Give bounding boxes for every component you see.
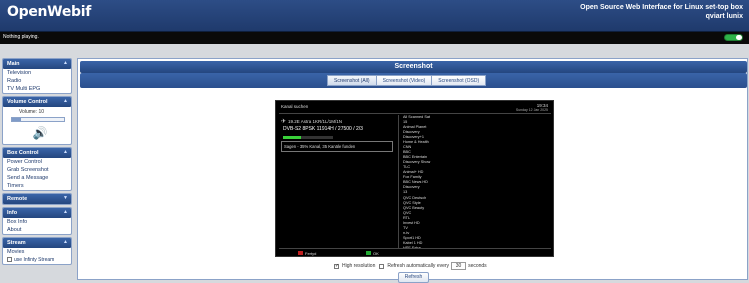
sidebar-item-timers[interactable]: Timers — [3, 182, 71, 190]
red-key-label: Fertyd — [305, 251, 317, 256]
collapse-arrow-icon[interactable]: ▲ — [63, 149, 68, 155]
now-playing-text: Nothing playing. — [3, 34, 39, 40]
speaker-icon[interactable]: 🔊 — [31, 125, 49, 141]
screenshot-image: Kanal suchen 19:34 Sunday 12 Jan 2025 ✈ 1… — [275, 100, 554, 257]
panel-volume-label: Volume Control — [7, 99, 48, 105]
auto-refresh-checkbox[interactable] — [379, 263, 385, 269]
sidebar: Main ▲ Television Radio TV Multi EPG Volu… — [2, 58, 72, 280]
panel-box-control-title[interactable]: Box Control ▲ — [3, 148, 71, 158]
osd-signal-fill — [283, 136, 301, 139]
screenshot-options: High resolution Refresh automatically ev… — [334, 262, 487, 270]
main-content: Screenshot Screenshot (All) Screenshot (… — [77, 58, 748, 283]
volume-fill — [12, 118, 22, 121]
sidebar-item-box-info[interactable]: Box Info — [3, 218, 71, 226]
collapse-arrow-icon[interactable]: ▲ — [63, 98, 68, 104]
panel-volume: Volume Control ▲ Volume: 10 🔊 — [2, 96, 72, 145]
panel-stream: Stream ▲ Movies use Infinty Stream — [2, 237, 72, 265]
tab-screenshot-video[interactable]: Screenshot (Video) — [375, 75, 432, 86]
tab-screenshot-all[interactable]: Screenshot (All) — [327, 75, 376, 86]
panel-box-control: Box Control ▲ Power Control Grab Screensh… — [2, 147, 72, 191]
seconds-label: seconds — [468, 263, 487, 269]
panel-remote-label: Remote — [7, 196, 28, 202]
panel-box-control-label: Box Control — [7, 150, 39, 156]
infinity-stream-checkbox[interactable] — [7, 257, 12, 263]
tab-bar: Screenshot (All) Screenshot (Video) Scre… — [80, 73, 747, 88]
panel-info-label: Info — [7, 210, 18, 216]
osd-signal-bar — [283, 136, 333, 139]
red-key-icon — [298, 251, 303, 255]
high-resolution-checkbox[interactable] — [334, 263, 339, 269]
auto-refresh-label: Refresh automatically every — [387, 263, 450, 269]
panel-stream-label: Stream — [7, 240, 26, 246]
refresh-seconds-input[interactable]: 30 — [451, 262, 467, 270]
panel-remote: Remote ▼ — [2, 193, 72, 205]
satellite-icon: ✈ — [281, 119, 287, 125]
collapse-arrow-icon[interactable]: ▲ — [63, 209, 68, 215]
panel-info: Info ▲ Box Info About — [2, 207, 72, 235]
panel-remote-title[interactable]: Remote ▼ — [3, 194, 71, 204]
status-bar: Nothing playing. — [0, 32, 749, 44]
panel-stream-title[interactable]: Stream ▲ — [3, 238, 71, 248]
volume-slider[interactable] — [11, 117, 65, 122]
sidebar-item-movies[interactable]: Movies — [3, 248, 71, 256]
sidebar-item-television[interactable]: Television — [3, 69, 71, 77]
osd-divider — [279, 113, 551, 114]
sidebar-item-send-message[interactable]: Send a Message — [3, 174, 71, 182]
osd-date: Sunday 12 Jan 2025 — [515, 108, 548, 112]
panel-main-title[interactable]: Main ▲ — [3, 59, 71, 69]
sidebar-item-radio[interactable]: Radio — [3, 77, 71, 85]
expand-arrow-icon[interactable]: ▼ — [63, 195, 68, 201]
osd-channel-list: All Scanned Sat 15 Animal Planet Discovery D… — [403, 115, 430, 251]
collapse-arrow-icon[interactable]: ▲ — [63, 60, 68, 66]
header: OpenWebif Open Source Web Interface for … — [0, 0, 749, 32]
openwebif-logo[interactable]: OpenWebif — [7, 4, 91, 20]
refresh-button[interactable]: Refresh — [398, 272, 429, 283]
panel-volume-title[interactable]: Volume Control ▲ — [3, 97, 71, 107]
screenshot-tabs: Screenshot (All) Screenshot (Video) Scre… — [327, 75, 487, 86]
sidebar-item-about[interactable]: About — [3, 226, 71, 234]
green-key-label: OK — [373, 251, 379, 256]
sidebar-item-multi-epg[interactable]: TV Multi EPG — [3, 85, 71, 93]
osd-bottom-divider — [279, 248, 551, 249]
infinity-stream-label: use Infinty Stream — [14, 257, 55, 263]
tab-screenshot-osd[interactable]: Screenshot (OSD) — [431, 75, 487, 86]
panel-main: Main ▲ Television Radio TV Multi EPG — [2, 58, 72, 94]
osd-transponder: DVB-S2 8PSK 11914H / 27500 / 2/3 — [283, 126, 363, 132]
streaming-toggle[interactable] — [724, 34, 743, 41]
osd-signal-text: Sagen - 35% Kanal, 35 Kanäle funden — [281, 141, 393, 152]
osd-channel-line: ✈ 19.2E Astra 1KR/1L/1M/1N — [281, 118, 342, 125]
high-resolution-label: High resolution — [342, 263, 376, 269]
osd-vertical-divider — [398, 115, 399, 248]
volume-label: Volume: 10 — [19, 109, 45, 115]
panel-main-label: Main — [7, 61, 20, 67]
main-title-bar: Screenshot — [80, 61, 747, 73]
box-name: qviart lunix — [705, 13, 743, 20]
panel-info-title[interactable]: Info ▲ — [3, 208, 71, 218]
sidebar-item-power-control[interactable]: Power Control — [3, 158, 71, 166]
osd-clock: 19:34 Sunday 12 Jan 2025 — [516, 103, 548, 112]
osd-title: Kanal suchen — [281, 104, 309, 109]
header-tagline: Open Source Web Interface for Linux set-… — [580, 4, 743, 11]
page-title: Screenshot — [394, 63, 433, 70]
infinity-stream-option[interactable]: use Infinty Stream — [3, 256, 71, 264]
sidebar-item-grab-screenshot[interactable]: Grab Screenshot — [3, 166, 71, 174]
osd-channel-list-item: QVC Deutsch — [403, 195, 427, 200]
collapse-arrow-icon[interactable]: ▲ — [63, 239, 68, 245]
toggle-knob — [736, 35, 742, 40]
osd-channel-text: 19.2E Astra 1KR/1L/1M/1N — [288, 119, 343, 124]
green-key-icon — [366, 251, 371, 255]
